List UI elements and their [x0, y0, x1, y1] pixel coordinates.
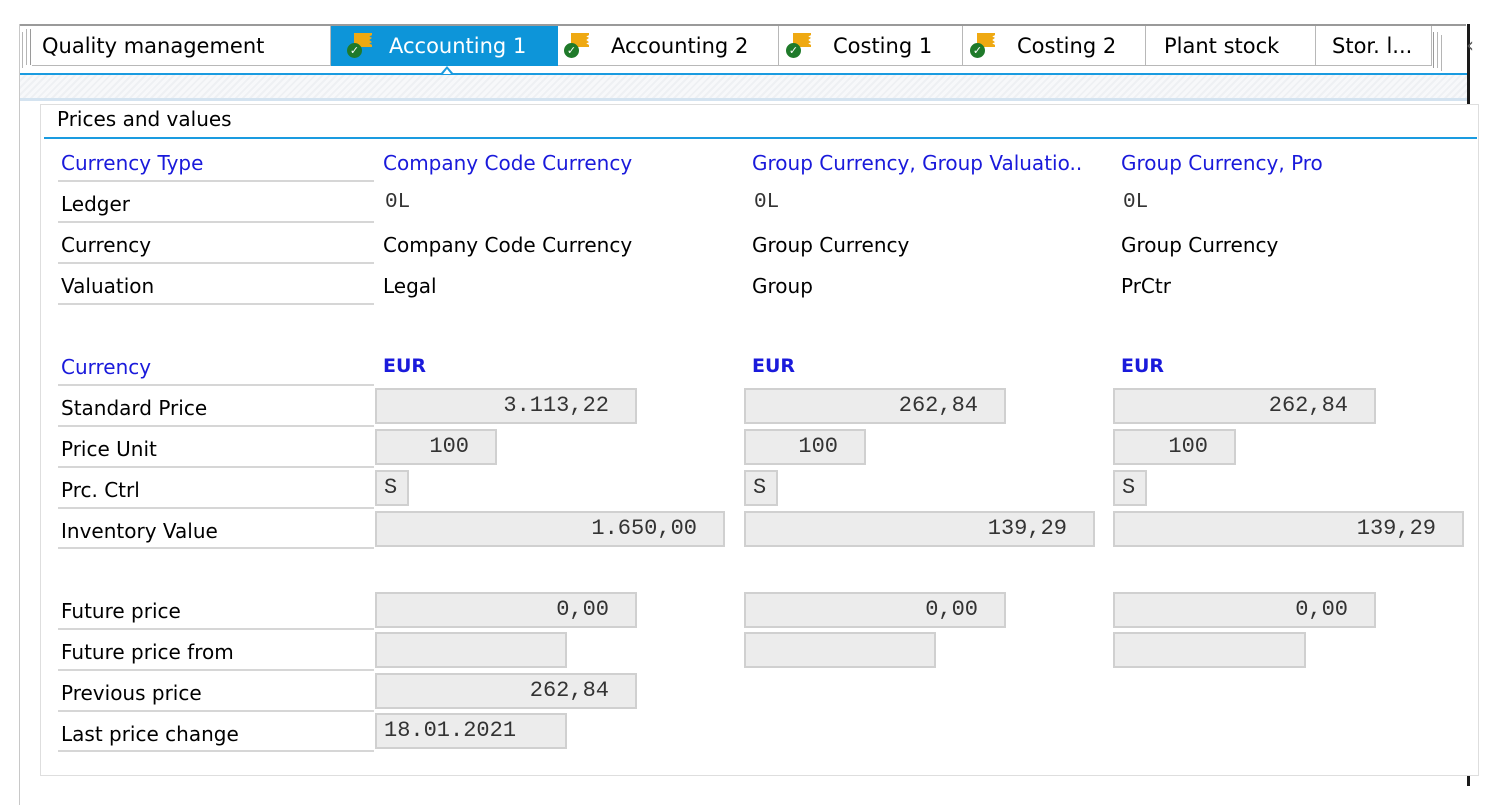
col1-future-price-field[interactable]: 0,00 — [375, 592, 637, 628]
col2-future-price-field[interactable]: 0,00 — [744, 592, 1006, 628]
col2-inventory-value-field[interactable]: 139,29 — [744, 511, 1095, 547]
col1-valuation: Legal — [383, 274, 437, 298]
tab-storage-location[interactable]: Stor. l... — [1316, 26, 1432, 66]
label-rule — [58, 384, 374, 386]
tab-costing-1[interactable]: ✓ Costing 1 — [779, 26, 963, 66]
col2-standard-price-field[interactable]: 262,84 — [744, 388, 1006, 424]
status-check-document-icon: ✓ — [562, 33, 592, 59]
col3-currency-code: EUR — [1121, 355, 1165, 377]
label-last-price-change: Last price change — [61, 722, 239, 746]
col3-currency: Group Currency — [1121, 233, 1279, 257]
label-rule — [58, 507, 374, 509]
col2-ledger: 0L — [754, 191, 780, 214]
col2-future-price-from-field[interactable] — [744, 632, 936, 668]
tab-label: Plant stock — [1164, 34, 1280, 58]
label-inventory-value: Inventory Value — [61, 519, 218, 543]
label-rule — [58, 262, 374, 264]
label-price-control: Prc. Ctrl — [61, 478, 140, 502]
status-check-document-icon: ✓ — [968, 33, 998, 59]
col1-last-price-change-field[interactable]: 18.01.2021 — [375, 713, 567, 749]
col1-currency: Company Code Currency — [383, 233, 633, 257]
tab-strip: Quality management ✓ Accounting 1 ✓ Acco… — [20, 24, 1474, 71]
active-tab-caret-fill — [443, 69, 451, 74]
col1-ledger: 0L — [385, 191, 411, 214]
label-valuation: Valuation — [61, 274, 155, 298]
col1-currency-type: Company Code Currency — [383, 151, 633, 175]
label-currency-type: Currency Type — [61, 151, 204, 175]
label-rule — [58, 466, 374, 468]
col3-ledger: 0L — [1123, 191, 1149, 214]
label-standard-price: Standard Price — [61, 396, 208, 420]
tab-label: Costing 1 — [833, 34, 933, 58]
tab-scroll-left-icon[interactable]: ‹ — [1466, 33, 1474, 57]
label-rule — [58, 303, 374, 305]
col2-currency-code: EUR — [752, 355, 796, 377]
tab-accounting-2[interactable]: ✓ Accounting 2 — [558, 26, 779, 66]
tab-costing-2[interactable]: ✓ Costing 2 — [963, 26, 1146, 66]
label-rule — [58, 425, 374, 427]
status-check-document-icon: ✓ — [345, 33, 375, 59]
label-currency-code: Currency — [61, 355, 152, 379]
label-ledger: Ledger — [61, 192, 131, 216]
col3-price-control-field[interactable]: S — [1113, 470, 1147, 506]
tab-plant-stock[interactable]: Plant stock — [1146, 26, 1316, 66]
label-rule — [58, 710, 374, 712]
col3-future-price-field[interactable]: 0,00 — [1113, 592, 1376, 628]
col2-valuation: Group — [752, 274, 813, 298]
label-rule — [58, 669, 374, 671]
label-price-unit: Price Unit — [61, 437, 157, 461]
tab-label: Accounting 2 — [611, 34, 749, 58]
tab-label: Stor. l... — [1332, 34, 1413, 58]
col3-currency-type: Group Currency, Pro — [1121, 151, 1323, 175]
label-previous-price: Previous price — [61, 681, 202, 705]
col3-inventory-value-field[interactable]: 139,29 — [1113, 511, 1464, 547]
label-currency: Currency — [61, 233, 152, 257]
col3-price-unit-field[interactable]: 100 — [1113, 429, 1236, 465]
tab-accounting-1[interactable]: ✓ Accounting 1 — [331, 26, 558, 66]
col2-currency-type: Group Currency, Group Valuatio.. — [752, 151, 1083, 175]
tab-stack-left-indicator — [20, 29, 32, 68]
col2-currency: Group Currency — [752, 233, 910, 257]
tab-label: Accounting 1 — [389, 34, 527, 58]
tab-content-header-band — [20, 75, 1467, 98]
col3-valuation: PrCtr — [1121, 274, 1171, 298]
label-future-price-from: Future price from — [61, 640, 234, 664]
col1-future-price-from-field[interactable] — [375, 632, 567, 668]
col2-price-unit-field[interactable]: 100 — [744, 429, 866, 465]
col3-future-price-from-field[interactable] — [1113, 632, 1306, 668]
label-rule — [58, 628, 374, 630]
col1-price-unit-field[interactable]: 100 — [375, 429, 497, 465]
tab-quality-management[interactable]: Quality management — [32, 26, 331, 66]
col1-previous-price-field[interactable]: 262,84 — [375, 673, 637, 709]
col2-price-control-field[interactable]: S — [744, 470, 778, 506]
tab-content-header-band-edge — [20, 98, 1467, 101]
label-rule — [58, 547, 374, 549]
status-check-document-icon: ✓ — [784, 33, 814, 59]
tab-stack-right-indicator — [1432, 32, 1444, 71]
tab-label: Costing 2 — [1017, 34, 1117, 58]
label-rule — [58, 221, 374, 223]
col1-inventory-value-field[interactable]: 1.650,00 — [375, 511, 725, 547]
col3-standard-price-field[interactable]: 262,84 — [1113, 388, 1376, 424]
col1-price-control-field[interactable]: S — [375, 470, 409, 506]
label-future-price: Future price — [61, 599, 181, 623]
col1-standard-price-field[interactable]: 3.113,22 — [375, 388, 637, 424]
label-rule — [58, 750, 374, 752]
label-rule — [58, 180, 374, 182]
tab-label: Quality management — [42, 34, 265, 58]
group-title-rule — [44, 137, 1477, 139]
group-title: Prices and values — [57, 107, 232, 131]
col1-currency-code: EUR — [383, 355, 427, 377]
